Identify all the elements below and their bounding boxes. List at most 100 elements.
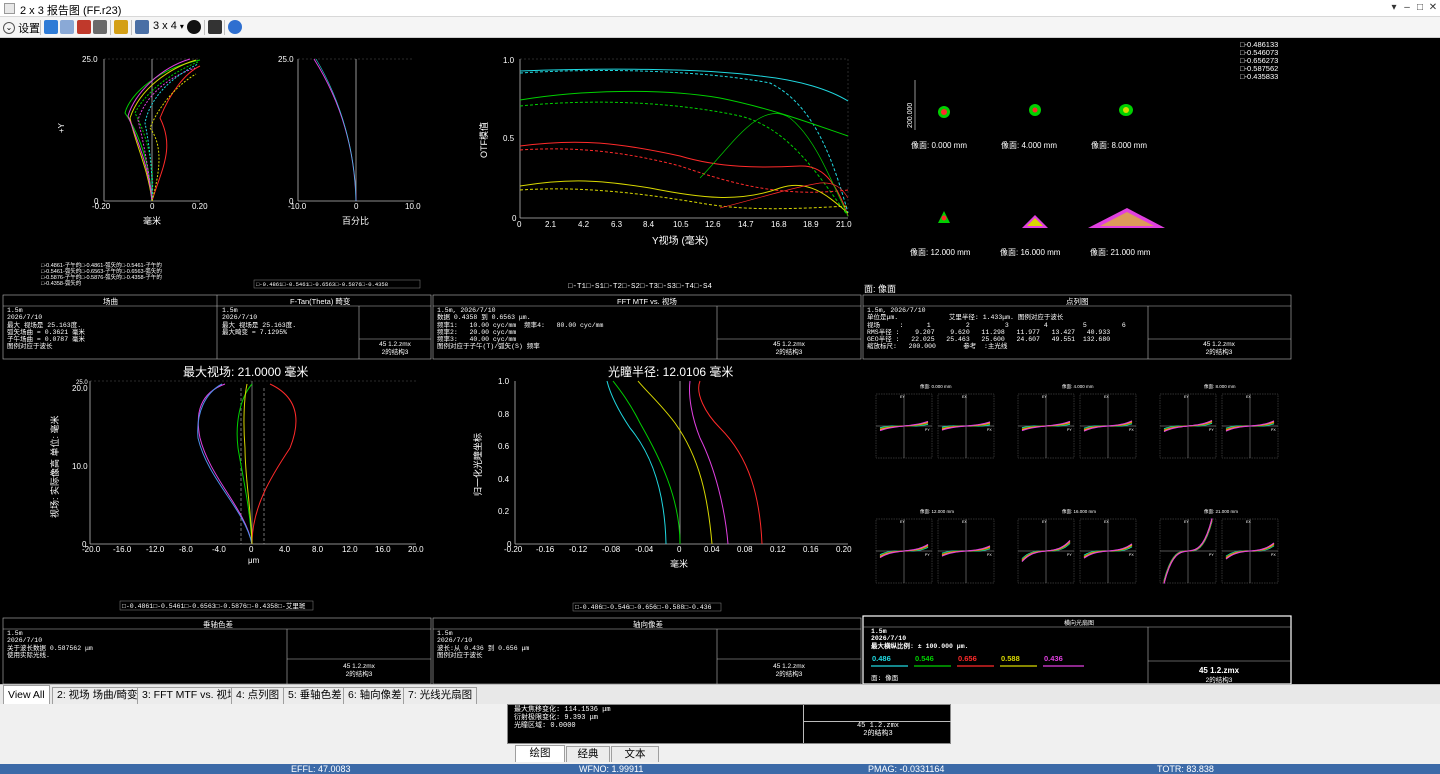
power-icon[interactable] bbox=[187, 20, 201, 34]
ray-fan-axis-label: PY bbox=[1209, 553, 1214, 557]
ray-fan-axis-label: EY bbox=[900, 395, 905, 399]
lc-curves bbox=[197, 383, 297, 545]
dist-x-tick: 10.0 bbox=[405, 202, 421, 211]
tab-ray-fan[interactable]: 7: 光线光扇图 bbox=[403, 687, 478, 704]
info-config: 2的结构3 bbox=[1206, 347, 1233, 356]
tab-view-all[interactable]: View All bbox=[3, 685, 50, 705]
la-y-tick: 0.2 bbox=[498, 507, 510, 516]
la-x-tick: -0.08 bbox=[602, 545, 621, 554]
info-file-name: 45 1.2.zmx bbox=[379, 341, 412, 348]
text-window-file-name: 45 1.2.zmx bbox=[856, 722, 899, 730]
ray-fan-axis-label: PY bbox=[1067, 553, 1072, 557]
la-x-tick: -0.04 bbox=[635, 545, 654, 554]
mtf-plot: 1.0 0.5 0 OTF模值 0 2.1 4.2 6.3 8.4 10.5 1… bbox=[478, 56, 852, 291]
dist-x-tick: 0 bbox=[354, 202, 359, 211]
ray-fan-axis-label: EY bbox=[1042, 520, 1047, 524]
lock-icon[interactable] bbox=[114, 20, 128, 34]
spot-field-label: 像面: 12.000 mm bbox=[910, 247, 971, 257]
close-button[interactable]: ✕ bbox=[1426, 2, 1440, 14]
print-icon[interactable] bbox=[93, 20, 107, 34]
save-icon[interactable] bbox=[77, 20, 91, 34]
settings-chevron-icon: ⌄ bbox=[3, 22, 15, 34]
ray-fan-field: 像面: 0.000 mm EY PY EX PX bbox=[875, 383, 995, 459]
tab-long-aberration[interactable]: 6: 轴向像差 bbox=[343, 687, 407, 704]
info-file-name: 45 1.2.zmx bbox=[1199, 666, 1240, 675]
lc-x-tick: -16.0 bbox=[113, 545, 132, 554]
tab-fft-mtf[interactable]: 3: FFT MTF vs. 视场 bbox=[137, 687, 243, 704]
lc-title: 最大视场: 21.0000 毫米 bbox=[183, 364, 308, 379]
info-long-aberration-text: 1.5m 2026/7/10 波长:从 0.436 到 0.656 μm 图例对… bbox=[437, 630, 530, 659]
settings-label: 设置 bbox=[18, 23, 41, 35]
layout-dropdown[interactable]: 3 x 4 ▾ bbox=[153, 20, 184, 32]
ray-fan-field: 像面: 12.000 mm EY PY EX PX bbox=[875, 508, 995, 584]
ray-fan-field-label: 像面: 12.000 mm bbox=[920, 508, 954, 515]
ray-fan-axis-label: EX bbox=[1246, 395, 1251, 399]
mtf-x-tick: 8.4 bbox=[643, 220, 655, 229]
lc-x-tick: 12.0 bbox=[342, 545, 358, 554]
info-file-name: 45 1.2.zmx bbox=[773, 663, 806, 670]
mtf-x-tick: 21.0 bbox=[836, 220, 852, 229]
info-field-curvature-text: 1.5m 2026/7/10 最大 视场是 25.163度. 弧矢场曲 = 0.… bbox=[7, 307, 86, 351]
help-icon[interactable] bbox=[228, 20, 242, 34]
mtf-x-label: Y视场 (毫米) bbox=[652, 234, 708, 247]
bottom-panel: 最大焦移变化: 114.1536 μm 衍射极限变化: 9.393 μm 光瞳区… bbox=[0, 704, 1440, 764]
window-layout-icon[interactable] bbox=[135, 20, 149, 34]
longitudinal-aberration-plot: 光瞳半径: 12.0106 毫米 1.0 0.8 0.6 0.4 0.2 0 归… bbox=[472, 364, 852, 612]
mtf-x-tick: 14.7 bbox=[738, 220, 754, 229]
tab-classic[interactable]: 经典 bbox=[566, 746, 610, 762]
lc-x-tick: -4.0 bbox=[212, 545, 226, 554]
status-wfno: WFNO: 1.99911 bbox=[579, 764, 644, 774]
lc-x-unit: μm bbox=[248, 556, 260, 565]
status-bar: EFFL: 47.0083 WFNO: 1.99911 PMAG: -0.033… bbox=[0, 764, 1440, 774]
ray-fan-axis-label: PX bbox=[1129, 553, 1134, 557]
ray-fan-plots: 像面: 0.000 mm EY PY EX PX 像面: 4.000 mm EY PY EX PX… bbox=[875, 383, 1279, 584]
copy-icon[interactable] bbox=[60, 20, 74, 34]
refresh-icon[interactable] bbox=[44, 20, 58, 34]
window-menu-button[interactable]: ▾ bbox=[1387, 2, 1401, 14]
ray-fan-axis-label: PY bbox=[925, 553, 930, 557]
layout-dropdown-arrow-icon: ▾ bbox=[179, 22, 184, 31]
toolbar-separator bbox=[40, 20, 41, 35]
spot-scale-label: 200.000 bbox=[907, 103, 914, 128]
fc-curves bbox=[124, 58, 201, 202]
maximize-button[interactable]: □ bbox=[1413, 2, 1427, 14]
lc-y-tick: 10.0 bbox=[72, 462, 88, 471]
fc-legend-line: □-0.5876-子午的□-0.5876-弧矢的□-0.4358-子午的 bbox=[41, 273, 162, 281]
tab-spot-diagram[interactable]: 4: 点列图 bbox=[231, 687, 285, 704]
info-config: 2的结构3 bbox=[776, 347, 803, 356]
tab-lateral-color[interactable]: 5: 垂轴色差 bbox=[283, 687, 347, 704]
tab-field-curvature[interactable]: 2: 视场 场曲/畸变 bbox=[52, 687, 143, 704]
info-title-spot: 点列图 bbox=[1066, 296, 1089, 306]
ray-fan-field: 像面: 16.000 mm EY PY EX PX bbox=[1017, 508, 1137, 584]
settings-button[interactable]: ⌄ 设置 bbox=[3, 20, 40, 35]
info-mtf-text: 1.5m, 2026/7/10 数据 0.4358 到 0.6563 μm. 频… bbox=[437, 307, 604, 351]
info-file-name: 45 1.2.zmx bbox=[343, 663, 376, 670]
lc-y-label: 视场: 实际像高 单位: 毫米 bbox=[49, 415, 60, 518]
info-file-name: 45 1.2.zmx bbox=[773, 341, 806, 348]
minimize-button[interactable]: – bbox=[1400, 2, 1414, 14]
info-ray-fan-text: 1.5m 2026/7/10 最大横纵比例: ± 100.000 μm. bbox=[871, 628, 969, 650]
ray-fan-wave-label: 0.588 bbox=[1001, 654, 1020, 663]
dist-y-top: 25.0 bbox=[278, 55, 294, 64]
la-x-tick: 0 bbox=[677, 545, 682, 554]
ray-fan-axis-label: EX bbox=[962, 520, 967, 524]
toolbar: ⌄ 设置 3 x 4 ▾ bbox=[0, 17, 1440, 38]
mtf-x-tick: 10.5 bbox=[673, 220, 689, 229]
info-distortion-text: 1.5m 2026/7/10 最大 视场是 25.163度. 最大畸变 = 7.… bbox=[222, 307, 297, 336]
ray-fan-axis-label: EY bbox=[900, 520, 905, 524]
mtf-y-label: OTF模值 bbox=[478, 122, 489, 158]
lc-x-tick: -8.0 bbox=[179, 545, 193, 554]
tab-text[interactable]: 文本 bbox=[611, 746, 659, 762]
stop-icon[interactable] bbox=[208, 20, 222, 34]
ray-fan-wave-label: 0.656 bbox=[958, 654, 977, 663]
dist-curve bbox=[313, 58, 357, 202]
spot-field-label: 像面: 8.000 mm bbox=[1091, 140, 1147, 150]
ray-fan-axis-label: EX bbox=[962, 395, 967, 399]
toolbar-separator bbox=[131, 20, 132, 35]
fc-legend-line: □-0.4861-子午的□-0.4861-弧矢的□-0.5461-子午的 bbox=[41, 261, 162, 269]
report-canvas: 25.0 0 +Y -0.20 0 0.20 毫米 □-0.4861-子午的□-… bbox=[0, 38, 1440, 684]
lc-x-tick: 16.0 bbox=[375, 545, 391, 554]
ray-fan-axis-label: PX bbox=[1271, 428, 1276, 432]
lc-x-tick: 0 bbox=[249, 545, 254, 554]
tab-plot[interactable]: 绘图 bbox=[515, 745, 565, 762]
